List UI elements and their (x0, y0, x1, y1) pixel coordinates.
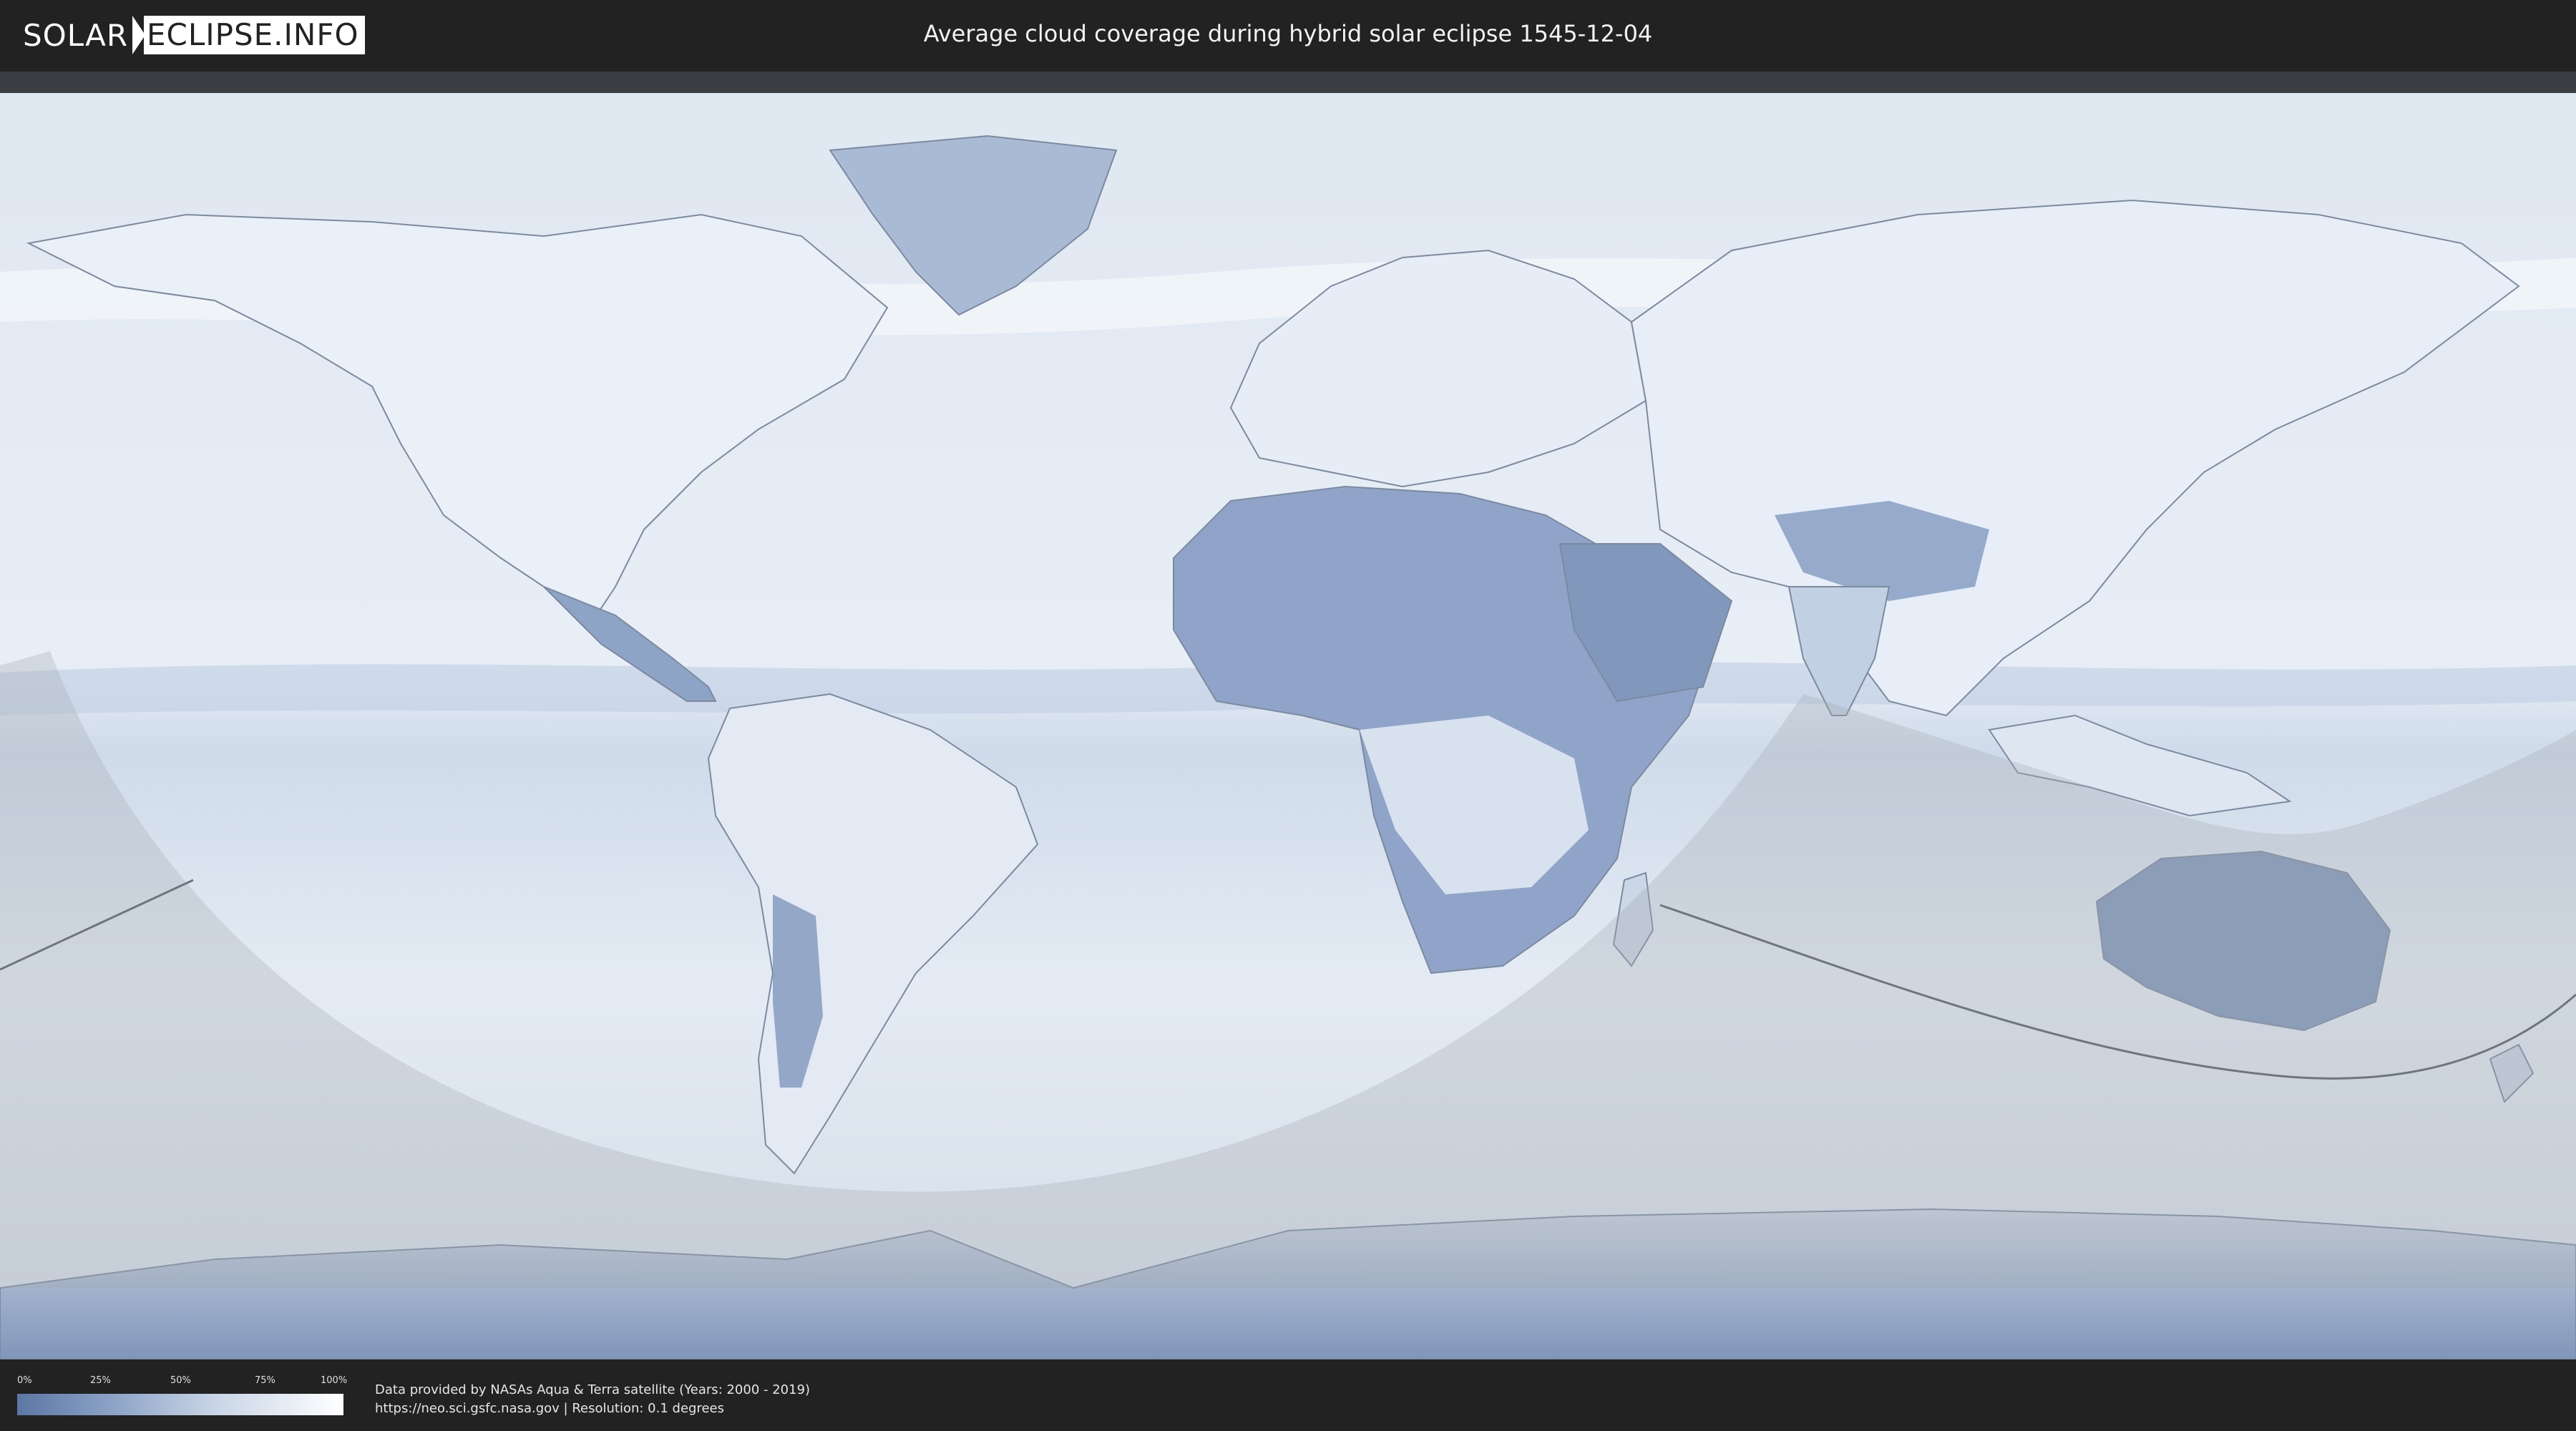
credits-line-source: Data provided by NASAs Aqua & Terra sate… (375, 1382, 811, 1397)
world-map-svg (0, 72, 2576, 1359)
legend-tick-100: 100% (321, 1375, 348, 1386)
legend-tick-0: 0% (17, 1375, 32, 1386)
cloud-coverage-map[interactable] (0, 72, 2576, 1359)
legend-tick-50: 50% (170, 1375, 191, 1386)
cloud-coverage-legend: 0% 25% 50% 75% 100% (17, 1375, 347, 1415)
page-title: Average cloud coverage during hybrid sol… (923, 20, 1653, 47)
legend-color-bar (17, 1394, 343, 1415)
header-bar: SOLAR ECLIPSE.INFO Average cloud coverag… (0, 0, 2576, 72)
legend-tick-25: 25% (90, 1375, 111, 1386)
legend-tick-75: 75% (255, 1375, 275, 1386)
data-credits: Data provided by NASAs Aqua & Terra sate… (375, 1381, 810, 1418)
footer-bar: 0% 25% 50% 75% 100% Data provided by NAS… (0, 1359, 2576, 1431)
legend-ticks: 0% 25% 50% 75% 100% (17, 1375, 347, 1388)
credits-line-url: https://neo.sci.gsfc.nasa.gov | Resoluti… (375, 1401, 724, 1416)
map-top-edge (0, 72, 2576, 93)
